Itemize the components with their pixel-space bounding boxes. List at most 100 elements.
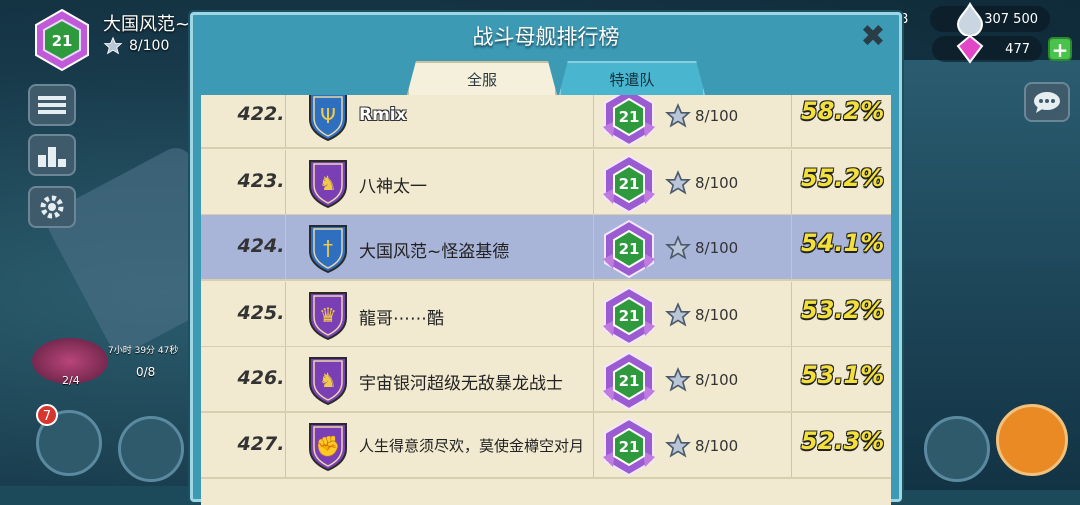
svg-text:†: † — [323, 236, 333, 260]
star-icon — [665, 367, 691, 392]
gems-value: 477 — [1005, 41, 1030, 57]
ranking-icon — [38, 147, 66, 167]
column-divider — [593, 282, 594, 346]
column-divider — [593, 413, 594, 477]
row-rank: 426. — [237, 367, 285, 389]
column-divider — [791, 95, 792, 147]
column-divider — [593, 150, 594, 214]
row-player-name: Rmix — [359, 105, 407, 125]
row-stars: 8/100 — [695, 239, 739, 257]
svg-text:♞: ♞ — [319, 368, 337, 392]
player-level-badge[interactable]: 21 — [30, 8, 94, 72]
pod-count: 2/4 — [62, 374, 80, 387]
row-stars: 8/100 — [695, 174, 739, 192]
table-row[interactable]: 426. ♞ 宇宙银河超级无敌暴龙战士 21 8/100 53.1% — [201, 347, 891, 413]
svg-text:21: 21 — [619, 108, 640, 126]
player-stars-value: 8/100 — [129, 38, 170, 54]
gear-icon — [40, 195, 64, 219]
row-player-name: 八神太一 — [359, 177, 427, 197]
tier-badge-icon: 21 — [603, 154, 655, 214]
close-button[interactable]: ✖ — [859, 22, 887, 52]
row-stars: 8/100 — [695, 371, 739, 389]
buy-gems-button[interactable]: + — [1048, 37, 1072, 61]
column-divider — [791, 215, 792, 279]
chat-icon — [1034, 92, 1060, 113]
guild-shield-icon: ♞ — [309, 160, 347, 208]
tier-badge-icon: 21 — [603, 95, 655, 147]
troop-count: 0/8 — [136, 365, 156, 379]
panel-title: 战斗母舰排行榜 — [472, 25, 620, 49]
guild-shield-icon: ✊ — [309, 423, 347, 471]
menu-icon — [38, 96, 66, 114]
guild-shield-icon: Ψ — [309, 95, 347, 141]
diamonds-bar: 2 307 500 — [930, 6, 1050, 32]
diamond-icon — [956, 2, 984, 36]
map-button[interactable] — [924, 416, 990, 482]
star-icon — [665, 235, 691, 260]
player-name: 大国风范~ — [103, 14, 191, 35]
settings-button[interactable] — [28, 186, 76, 228]
svg-text:♛: ♛ — [319, 303, 337, 327]
pod-timer: 7小时 39分 47秒 — [108, 346, 179, 356]
column-divider — [791, 413, 792, 477]
row-player-name: 龍哥⋯⋯酷 — [359, 309, 444, 329]
svg-text:✊: ✊ — [316, 434, 341, 458]
row-winrate: 55.2% — [801, 164, 885, 192]
row-winrate: 54.1% — [801, 229, 885, 257]
svg-text:Ψ: Ψ — [320, 104, 336, 128]
leaderboard-table[interactable]: 名称 星阶 胜率 422.ΨRmix218/10058.2%423.♞八神太一2… — [201, 95, 891, 505]
column-divider — [791, 347, 792, 411]
gems-bar: 477 — [932, 36, 1042, 62]
column-divider — [791, 282, 792, 346]
row-rank: 423. — [237, 170, 285, 192]
gem-icon — [956, 34, 984, 64]
table-row[interactable]: 424. † 大国风范~怪盗基德 21 8/100 54.1% — [201, 215, 891, 281]
notification-badge: 7 — [36, 404, 58, 426]
svg-text:21: 21 — [619, 438, 640, 456]
row-player-name: 人生得意须尽欢，莫使金樽空对月 — [359, 437, 585, 455]
star-icon — [103, 36, 123, 55]
row-player-name: 大国风范~怪盗基德 — [359, 242, 510, 262]
chat-button[interactable] — [1024, 82, 1070, 122]
menu-button[interactable] — [28, 84, 76, 126]
row-stars: 8/100 — [695, 306, 739, 324]
column-divider — [593, 215, 594, 279]
svg-text:21: 21 — [619, 240, 640, 258]
guild-shield-icon: † — [309, 225, 347, 273]
row-winrate: 52.3% — [801, 427, 885, 455]
weapons-button[interactable] — [118, 416, 184, 482]
row-rank: 425. — [237, 302, 285, 324]
table-row[interactable]: 422. Ψ Rmix 21 8/100 58.2% — [201, 95, 891, 149]
row-player-name: 宇宙银河超级无敌暴龙战士 — [359, 374, 563, 394]
row-winrate: 53.1% — [801, 361, 885, 389]
tier-badge-icon: 21 — [603, 219, 655, 279]
column-divider — [791, 150, 792, 214]
table-row[interactable]: 427. ✊ 人生得意须尽欢，莫使金樽空对月 21 8/100 52.3% — [201, 413, 891, 479]
column-divider — [593, 347, 594, 411]
tier-badge-icon: 21 — [603, 286, 655, 346]
star-icon — [665, 170, 691, 195]
row-stars: 8/100 — [695, 437, 739, 455]
attack-button[interactable] — [996, 404, 1068, 476]
star-icon — [665, 302, 691, 327]
leaderboard-button[interactable] — [28, 134, 76, 176]
row-stars: 8/100 — [695, 107, 739, 125]
tab-task-force[interactable]: 特遣队 — [559, 61, 705, 95]
player-level-text: 21 — [52, 32, 73, 50]
tab-all-server[interactable]: 全服 — [407, 61, 557, 95]
star-icon — [665, 433, 691, 458]
svg-text:21: 21 — [619, 372, 640, 390]
table-row[interactable]: 423. ♞ 八神太一 21 8/100 55.2% — [201, 150, 891, 216]
guild-shield-icon: ♞ — [309, 357, 347, 405]
row-winrate: 58.2% — [801, 97, 885, 125]
table-row[interactable]: 425. ♛ 龍哥⋯⋯酷 21 8/100 53.2% — [201, 282, 891, 348]
guild-shield-icon: ♛ — [309, 292, 347, 340]
tier-badge-icon: 21 — [603, 417, 655, 477]
svg-text:21: 21 — [619, 175, 640, 193]
leaderboard-panel: 战斗母舰排行榜 ✖ 全服 特遣队 名称 星阶 胜率 422.ΨRmix218/1… — [190, 12, 902, 505]
tier-badge-icon: 21 — [603, 351, 655, 411]
player-stars: 8/100 — [103, 36, 169, 56]
row-winrate: 53.2% — [801, 296, 885, 324]
column-divider — [593, 95, 594, 147]
star-icon — [665, 103, 691, 128]
